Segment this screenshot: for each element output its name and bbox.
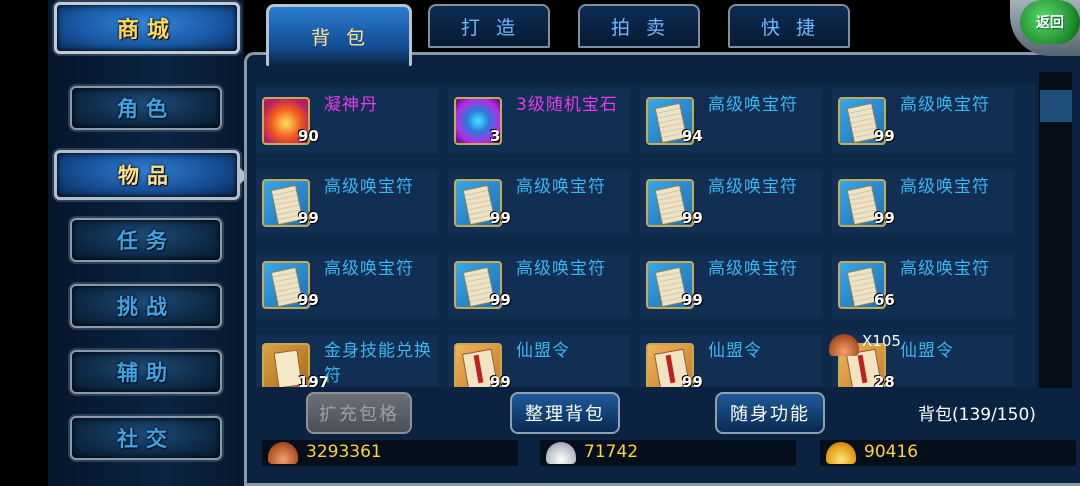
- item-quantity: 3: [490, 127, 501, 145]
- inventory-slot[interactable]: 99 高级唤宝符: [448, 171, 630, 235]
- inventory-slot[interactable]: 99 高级唤宝符: [448, 253, 630, 317]
- back-button-label: 返回: [1020, 0, 1080, 44]
- tab-quick[interactable]: 快捷: [728, 4, 850, 48]
- shop-button[interactable]: 商城: [54, 2, 240, 54]
- inventory-slot[interactable]: 99 高级唤宝符: [640, 171, 822, 235]
- nav-item-role[interactable]: 角色: [70, 86, 222, 130]
- inventory-slot[interactable]: 197 金身技能兑换符: [256, 335, 438, 387]
- tab-auction[interactable]: 拍卖: [578, 4, 700, 48]
- nav-item-challenge[interactable]: 挑战: [70, 284, 222, 328]
- inventory-slot[interactable]: 3 3级随机宝石: [448, 89, 630, 153]
- inventory-slot[interactable]: 99 高级唤宝符: [256, 171, 438, 235]
- item-name: 高级唤宝符: [708, 177, 798, 197]
- inventory-slot[interactable]: 99 高级唤宝符: [832, 89, 1014, 153]
- item-name: 高级唤宝符: [900, 259, 990, 279]
- bronze-coin-icon: [268, 442, 298, 464]
- item-quantity: 99: [490, 291, 511, 309]
- inventory-slot[interactable]: 66 高级唤宝符: [832, 253, 1014, 317]
- nav-item-social[interactable]: 社交: [70, 416, 222, 460]
- item-name: 高级唤宝符: [900, 95, 990, 115]
- item-name: 金身技能兑换符: [324, 341, 432, 386]
- item-name: 仙盟令: [516, 341, 570, 361]
- inventory-slot[interactable]: 99 仙盟令: [640, 335, 822, 387]
- item-quantity: 99: [490, 209, 511, 227]
- item-name: 凝神丹: [324, 95, 378, 115]
- item-name: 高级唤宝符: [324, 259, 414, 279]
- currency-gold: 90416: [820, 440, 1076, 466]
- item-name: 高级唤宝符: [708, 95, 798, 115]
- sort-bag-button[interactable]: 整理背包: [510, 392, 620, 434]
- item-name: 3级随机宝石: [516, 95, 618, 115]
- silver-amount: 71742: [584, 442, 639, 462]
- currency-bronze: 3293361: [262, 440, 518, 466]
- item-quantity: 28: [874, 373, 895, 387]
- item-quantity: 99: [682, 209, 703, 227]
- inventory-slot[interactable]: 99 仙盟令: [448, 335, 630, 387]
- back-button[interactable]: 返回: [1000, 0, 1080, 56]
- currency-silver: 71742: [540, 440, 796, 466]
- gold-coin-icon: [826, 442, 856, 464]
- item-name: 高级唤宝符: [324, 177, 414, 197]
- gold-amount: 90416: [864, 442, 919, 462]
- bag-capacity: 背包(139/150): [918, 405, 1036, 425]
- overlay-multiplier: X105: [862, 332, 901, 350]
- item-quantity: 90: [298, 127, 319, 145]
- tab-craft[interactable]: 打造: [428, 4, 550, 48]
- scrollbar-thumb[interactable]: [1040, 90, 1072, 122]
- left-black-strip: [0, 0, 48, 486]
- portable-functions-button[interactable]: 随身功能: [715, 392, 825, 434]
- nav-item-quests[interactable]: 任务: [70, 218, 222, 262]
- nav-item-items[interactable]: 物品: [54, 150, 249, 200]
- item-quantity: 99: [682, 291, 703, 309]
- inventory-slot[interactable]: 28 仙盟令: [832, 335, 1014, 387]
- item-name: 仙盟令: [708, 341, 762, 361]
- item-quantity: 99: [298, 291, 319, 309]
- item-quantity: 99: [298, 209, 319, 227]
- item-quantity: 94: [682, 127, 703, 145]
- item-quantity: 66: [874, 291, 895, 309]
- inventory-slot[interactable]: 99 高级唤宝符: [256, 253, 438, 317]
- item-name: 高级唤宝符: [900, 177, 990, 197]
- item-quantity: 99: [682, 373, 703, 387]
- silver-coin-icon: [546, 442, 576, 464]
- item-quantity: 99: [874, 127, 895, 145]
- item-name: 高级唤宝符: [516, 177, 606, 197]
- nav-item-assist[interactable]: 辅助: [70, 350, 222, 394]
- expand-bag-button[interactable]: 扩充包格: [306, 392, 412, 434]
- bronze-coin-icon: [829, 334, 859, 356]
- inventory-grid[interactable]: 90 凝神丹 3 3级随机宝石 94 高级唤宝符 99 高级唤宝符 99 高级唤宝符 99 高级唤宝符…: [256, 85, 1036, 387]
- item-quantity: 99: [490, 373, 511, 387]
- inventory-slot[interactable]: 90 凝神丹: [256, 89, 438, 153]
- bronze-amount: 3293361: [306, 442, 382, 462]
- item-name: 仙盟令: [900, 341, 954, 361]
- item-name: 高级唤宝符: [708, 259, 798, 279]
- item-name: 高级唤宝符: [516, 259, 606, 279]
- inventory-slot[interactable]: 94 高级唤宝符: [640, 89, 822, 153]
- item-quantity: 99: [874, 209, 895, 227]
- inventory-slot[interactable]: 99 高级唤宝符: [832, 171, 1014, 235]
- inventory-slot[interactable]: 99 高级唤宝符: [640, 253, 822, 317]
- tab-bag[interactable]: 背包: [266, 4, 412, 66]
